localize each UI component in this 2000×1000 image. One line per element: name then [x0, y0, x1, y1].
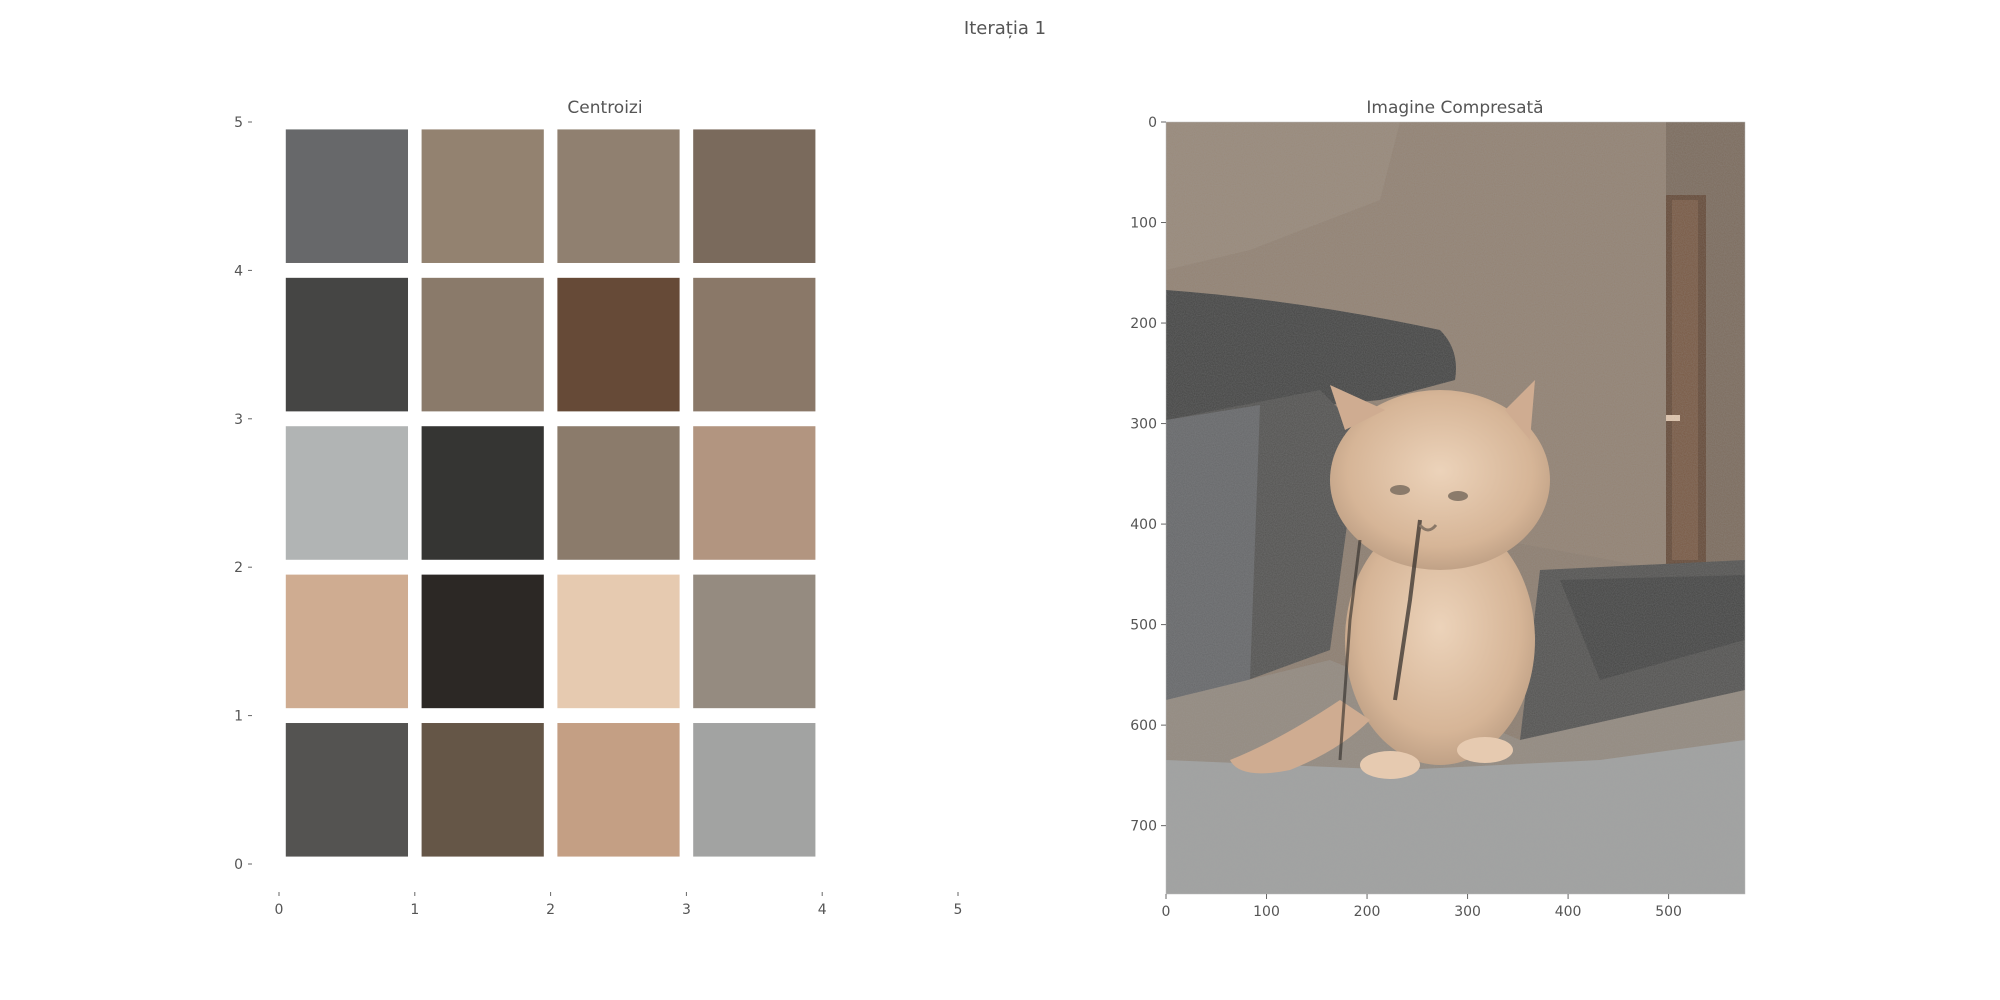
x-tick-label: 100 [1253, 904, 1280, 920]
x-tick-label: 3 [682, 902, 691, 918]
centroid-swatch-r3-c0 [285, 277, 409, 412]
centroid-swatch-r3-c3 [693, 277, 816, 412]
centroid-swatch-r1-c3 [693, 574, 816, 709]
x-tick-label: 2 [546, 902, 555, 918]
centroid-swatch-r0-c3 [693, 723, 816, 857]
x-tick-label: 400 [1555, 904, 1582, 920]
centroid-swatch-r3-c2 [557, 277, 680, 412]
centroid-swatches [285, 129, 816, 857]
centroid-swatch-r2-c3 [693, 426, 816, 560]
y-tick-label: 200 [1130, 316, 1157, 332]
centroid-swatch-r3-c1 [421, 277, 544, 412]
centroid-swatch-r1-c0 [285, 574, 409, 709]
centroid-swatch-r2-c2 [557, 426, 680, 560]
image-y-axis: 0 100 200 300 400 500 600 700 [1130, 115, 1166, 835]
centroids-title: Centroizi [567, 98, 642, 118]
centroid-swatch-r2-c0 [285, 426, 409, 560]
y-tick-label: 700 [1130, 819, 1157, 835]
figure-suptitle: Iterația 1 [964, 18, 1046, 39]
compressed-image-panel: Imagine Compresată 0 100 200 300 400 500… [1130, 98, 1746, 920]
x-tick-label: 300 [1454, 904, 1481, 920]
centroid-swatch-r4-c3 [693, 129, 816, 263]
centroid-swatch-r4-c0 [285, 129, 409, 263]
centroid-swatch-r2-c1 [421, 426, 544, 560]
figure: Iterația 1 Centroizi 0 1 2 3 4 5 0 1 2 3 4 5 Imagi… [234, 18, 1746, 920]
y-tick-label: 1 [234, 709, 243, 725]
y-tick-label: 4 [234, 263, 243, 279]
x-tick-label: 200 [1354, 904, 1381, 920]
y-tick-label: 300 [1130, 417, 1157, 433]
centroid-swatch-r1-c1 [421, 574, 544, 709]
centroids-y-axis: 0 1 2 3 4 5 [234, 115, 252, 873]
centroid-swatch-r1-c2 [557, 574, 680, 709]
x-tick-label: 1 [410, 902, 419, 918]
centroid-swatch-r4-c1 [421, 129, 544, 263]
centroids-x-axis: 0 1 2 3 4 5 [275, 892, 963, 918]
y-tick-label: 0 [234, 857, 243, 873]
x-tick-label: 500 [1655, 904, 1682, 920]
x-tick-label: 5 [954, 902, 963, 918]
y-tick-label: 2 [234, 560, 243, 576]
centroids-panel: Centroizi 0 1 2 3 4 5 0 1 2 3 4 5 [234, 98, 962, 918]
centroid-swatch-r0-c0 [285, 723, 409, 857]
x-tick-label: 4 [818, 902, 827, 918]
compressed-image-title: Imagine Compresată [1366, 98, 1543, 118]
centroid-swatch-r0-c2 [557, 723, 680, 857]
x-tick-label: 0 [275, 902, 284, 918]
y-tick-label: 5 [234, 115, 243, 131]
image-x-axis: 0 100 200 300 400 500 [1162, 894, 1682, 920]
centroid-swatch-r4-c2 [557, 129, 680, 263]
x-tick-label: 0 [1162, 904, 1171, 920]
y-tick-label: 500 [1130, 618, 1157, 634]
y-tick-label: 0 [1148, 115, 1157, 131]
y-tick-label: 600 [1130, 718, 1157, 734]
centroid-swatch-r0-c1 [421, 723, 544, 857]
y-tick-label: 3 [234, 412, 243, 428]
y-tick-label: 400 [1130, 517, 1157, 533]
y-tick-label: 100 [1130, 216, 1157, 232]
compressed-kitten-image [1166, 122, 1745, 894]
